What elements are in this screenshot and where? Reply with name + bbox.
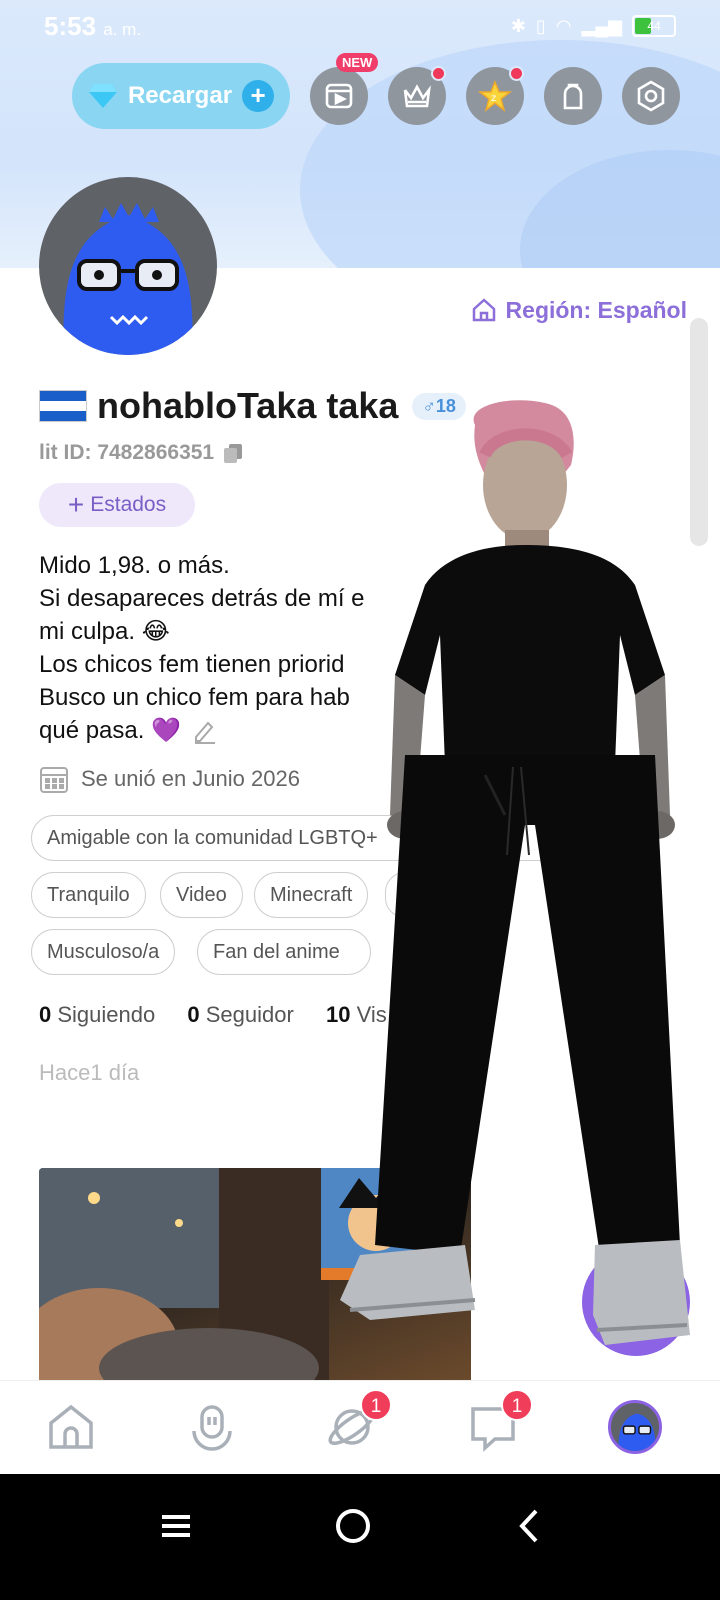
match-icon <box>192 1405 232 1451</box>
tag[interactable]: Tranquilo <box>31 872 146 918</box>
profile-avatar <box>608 1400 662 1454</box>
joined-date: Se unió en Junio 2026 <box>39 764 300 794</box>
vibrate-icon: ▯ <box>535 15 546 36</box>
nav-match[interactable] <box>182 1397 242 1457</box>
signal-icon: ▂▄▆ <box>581 15 622 36</box>
video-icon <box>325 83 353 109</box>
nav-home[interactable] <box>41 1397 101 1457</box>
status-time: 5:53 a. m. <box>44 10 142 41</box>
recharge-button[interactable]: Recargar + <box>72 63 290 129</box>
home-icon <box>49 1404 93 1449</box>
calendar-icon <box>40 767 68 793</box>
region-link[interactable]: Región: Español <box>470 296 687 324</box>
home-circle-icon[interactable] <box>333 1506 373 1546</box>
region-label: Región: Español <box>505 296 687 323</box>
new-badge: NEW <box>336 53 379 72</box>
video-button[interactable]: NEW <box>310 53 379 125</box>
menu-icon[interactable] <box>156 1506 196 1546</box>
nav-profile[interactable] <box>605 1397 665 1457</box>
copy-icon[interactable] <box>222 442 244 464</box>
settings-button[interactable] <box>622 67 680 125</box>
svg-text:z: z <box>491 93 496 104</box>
tag[interactable]: Video <box>160 872 243 918</box>
states-button[interactable]: + Estados <box>39 483 195 527</box>
recharge-label: Recargar <box>127 82 233 109</box>
star-icon: z <box>478 79 512 112</box>
followers-stat[interactable]: 0 Seguidor <box>187 1002 293 1027</box>
figure-sticker <box>340 400 690 1345</box>
avatar[interactable] <box>39 177 217 355</box>
status-icons: ✱ ▯ ◠ ▂▄▆ 44 <box>511 15 676 37</box>
wifi-icon: ◠ <box>555 15 572 36</box>
bluetooth-icon: ✱ <box>510 15 526 36</box>
states-label: Estados <box>90 493 167 516</box>
star-button[interactable]: z <box>466 66 524 125</box>
notification-badge: 1 <box>360 1389 392 1421</box>
crown-icon <box>403 84 431 108</box>
monster-avatar-image <box>63 203 193 355</box>
nav-chat[interactable]: 1 <box>463 1389 533 1457</box>
home-outline-icon <box>472 298 495 322</box>
tag[interactable]: Musculoso/a <box>31 929 176 975</box>
system-navigation-bar <box>0 1474 720 1600</box>
backpack-icon <box>563 83 583 110</box>
edit-pencil-icon[interactable] <box>191 718 217 744</box>
diamond-icon <box>88 84 117 108</box>
backpack-button[interactable] <box>544 67 602 125</box>
nicaragua-flag-icon <box>39 390 87 422</box>
settings-icon <box>637 80 665 112</box>
lit-id-text: lit ID: 7482866351 <box>39 441 215 464</box>
plus-icon: + <box>242 80 275 112</box>
nav-planet[interactable]: 1 <box>322 1389 392 1457</box>
last-active: Hace1 día <box>39 1060 140 1085</box>
following-stat[interactable]: 0 Siguiendo <box>39 1002 155 1027</box>
battery-icon: 44 <box>632 15 676 37</box>
plus-icon: + <box>67 489 85 520</box>
crown-button[interactable] <box>388 66 446 125</box>
bio-line: qué pasa. 💜 <box>39 717 181 744</box>
back-icon[interactable] <box>510 1506 550 1546</box>
lit-id[interactable]: lit ID: 7482866351 <box>39 441 244 465</box>
joined-label: Se unió en Junio 2026 <box>81 766 300 791</box>
notification-badge: 1 <box>501 1389 533 1421</box>
bottom-navigation: 1 1 <box>0 1380 720 1474</box>
status-bar: 5:53 a. m. ✱ ▯ ◠ ▂▄▆ 44 <box>0 0 720 52</box>
